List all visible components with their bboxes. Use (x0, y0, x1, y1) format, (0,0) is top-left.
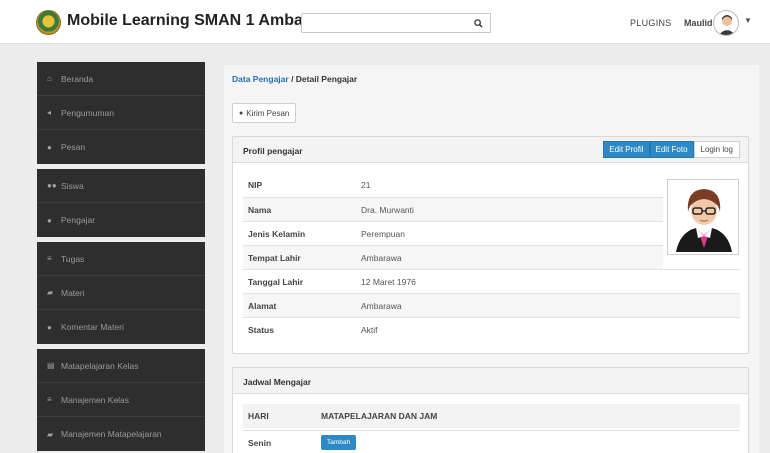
field-value: Perempuan (361, 228, 405, 239)
table-row: NIP 21 (243, 173, 663, 197)
brand-title[interactable]: Mobile Learning SMAN 1 Ambarawa (67, 12, 339, 30)
panel-title: Jadwal Mengajar (243, 377, 312, 387)
sidebar-group: ●● Siswa ● Pengajar (37, 169, 205, 237)
sidebar-item-tugas[interactable]: ≡ Tugas (37, 242, 205, 276)
search-input[interactable] (301, 13, 468, 33)
avatar-icon (719, 15, 735, 35)
field-value: Ambarawa (361, 300, 402, 311)
field-value: 21 (361, 180, 371, 190)
field-value: Aktif (361, 324, 378, 335)
user-avatar[interactable] (713, 10, 739, 36)
jadwal-panel-header: Jadwal Mengajar (233, 368, 748, 394)
field-label: Jenis Kelamin (248, 228, 306, 239)
sidebar-item-label: Manajemen Kelas (61, 394, 130, 405)
table-row: Nama Dra. Murwanti (243, 197, 663, 221)
day-label: Senin (248, 437, 272, 448)
list-icon: ≡ (47, 254, 52, 263)
field-label: Status (248, 324, 274, 335)
column-header-mapel: MATAPELAJARAN DAN JAM (321, 411, 438, 421)
field-value: 12 Maret 1976 (361, 276, 416, 287)
comments-icon: ● (239, 109, 244, 117)
comments-icon: ● (47, 142, 52, 152)
breadcrumb-current: / Detail Pengajar (288, 74, 358, 84)
sidebar-item-label: Pengumuman (61, 107, 114, 118)
copy-icon: ▤ (47, 361, 55, 370)
list-icon: ≡ (47, 395, 52, 404)
users-icon: ●● (47, 181, 57, 190)
kirim-pesan-button[interactable]: ● Kirim Pesan (232, 103, 297, 123)
sidebar-item-manajemen-kelas[interactable]: ≡ Manajemen Kelas (37, 383, 205, 417)
user-icon: ● (47, 215, 52, 225)
sidebar: ⌂ Beranda ◂ Pengumuman ● Pesan ●● Siswa ● Pen… (37, 62, 205, 453)
book-icon: ▰ (47, 429, 54, 439)
sidebar-item-label: Tugas (61, 253, 85, 264)
column-header-hari: HARI (248, 411, 269, 421)
sidebar-item-pengumuman[interactable]: ◂ Pengumuman (37, 96, 205, 130)
field-value: Dra. Murwanti (361, 204, 414, 215)
sidebar-group: ⌂ Beranda ◂ Pengumuman ● Pesan (37, 62, 205, 164)
sidebar-item-matapelajaran-kelas[interactable]: ▤ Matapelajaran Kelas (37, 349, 205, 383)
plugins-link[interactable]: PLUGINS (630, 18, 672, 28)
table-header-row: HARI MATAPELAJARAN DAN JAM (243, 404, 740, 428)
field-value: Ambarawa (361, 252, 402, 263)
tambah-button[interactable]: Tambah (321, 435, 357, 450)
teacher-photo (667, 179, 739, 255)
field-label: NIP (248, 180, 263, 190)
search-button[interactable] (467, 13, 491, 33)
kirim-pesan-label: Kirim Pesan (246, 108, 290, 118)
home-icon: ⌂ (47, 74, 52, 83)
sidebar-group: ▤ Matapelajaran Kelas ≡ Manajemen Kelas ▰ M… (37, 349, 205, 451)
sidebar-item-label: Pesan (61, 142, 86, 152)
field-label: Alamat (248, 300, 277, 311)
sidebar-item-pengajar[interactable]: ● Pengajar (37, 203, 205, 237)
user-name[interactable]: Maulid (684, 18, 713, 28)
top-navbar: Mobile Learning SMAN 1 Ambarawa PLUGINS … (0, 0, 770, 44)
sidebar-item-siswa[interactable]: ●● Siswa (37, 169, 205, 203)
sidebar-item-label: Manajemen Matapelajaran (61, 429, 162, 439)
table-row: Tanggal Lahir 12 Maret 1976 (243, 269, 740, 293)
sidebar-item-beranda[interactable]: ⌂ Beranda (37, 62, 205, 96)
book-icon: ▰ (47, 288, 54, 297)
table-row: Status Aktif (243, 317, 740, 341)
field-label: Tanggal Lahir (248, 276, 304, 287)
sidebar-item-label: Komentar Materi (61, 322, 124, 332)
chevron-down-icon[interactable]: ▼ (744, 16, 752, 25)
breadcrumb-link[interactable]: Data Pengajar (232, 74, 289, 84)
edit-foto-button[interactable]: Edit Foto (649, 141, 694, 158)
main-content: Data Pengajar / Detail Pengajar ● Kirim … (224, 65, 759, 453)
table-row: Alamat Ambarawa (243, 293, 740, 317)
table-row: Senin Tambah (243, 430, 740, 453)
sidebar-item-label: Siswa (61, 180, 84, 191)
jadwal-panel: Jadwal Mengajar HARI MATAPELAJARAN DAN J… (232, 367, 749, 453)
sidebar-item-komentar-materi[interactable]: ● Komentar Materi (37, 310, 205, 344)
sidebar-item-label: Materi (61, 287, 85, 298)
table-row: Tempat Lahir Ambarawa (243, 245, 663, 269)
field-label: Nama (248, 204, 272, 215)
profil-panel-header: Profil pengajar Edit Profil Edit Foto Lo… (233, 137, 748, 163)
sidebar-item-label: Beranda (61, 73, 94, 84)
sidebar-item-label: Pengajar (61, 215, 96, 225)
table-row: Jenis Kelamin Perempuan (243, 221, 663, 245)
sidebar-item-pesan[interactable]: ● Pesan (37, 130, 205, 164)
breadcrumb: Data Pengajar / Detail Pengajar (232, 74, 357, 84)
bullhorn-icon: ◂ (47, 108, 52, 117)
sidebar-group: ≡ Tugas ▰ Materi ● Komentar Materi (37, 242, 205, 344)
sidebar-item-materi[interactable]: ▰ Materi (37, 276, 205, 310)
teacher-avatar-icon (676, 189, 732, 252)
edit-profil-button[interactable]: Edit Profil (603, 141, 650, 158)
search-icon (474, 18, 483, 28)
sidebar-item-manajemen-matapelajaran[interactable]: ▰ Manajemen Matapelajaran (37, 417, 205, 451)
profil-panel: Profil pengajar Edit Profil Edit Foto Lo… (232, 136, 749, 354)
sidebar-item-label: Matapelajaran Kelas (61, 360, 139, 371)
login-log-button[interactable]: Login log (693, 141, 740, 158)
field-label: Tempat Lahir (248, 252, 301, 263)
panel-title: Profil pengajar (243, 146, 303, 156)
profil-actions: Edit Profil Edit Foto Login log (603, 141, 740, 158)
comments-icon: ● (47, 322, 52, 332)
school-logo[interactable] (36, 10, 61, 35)
